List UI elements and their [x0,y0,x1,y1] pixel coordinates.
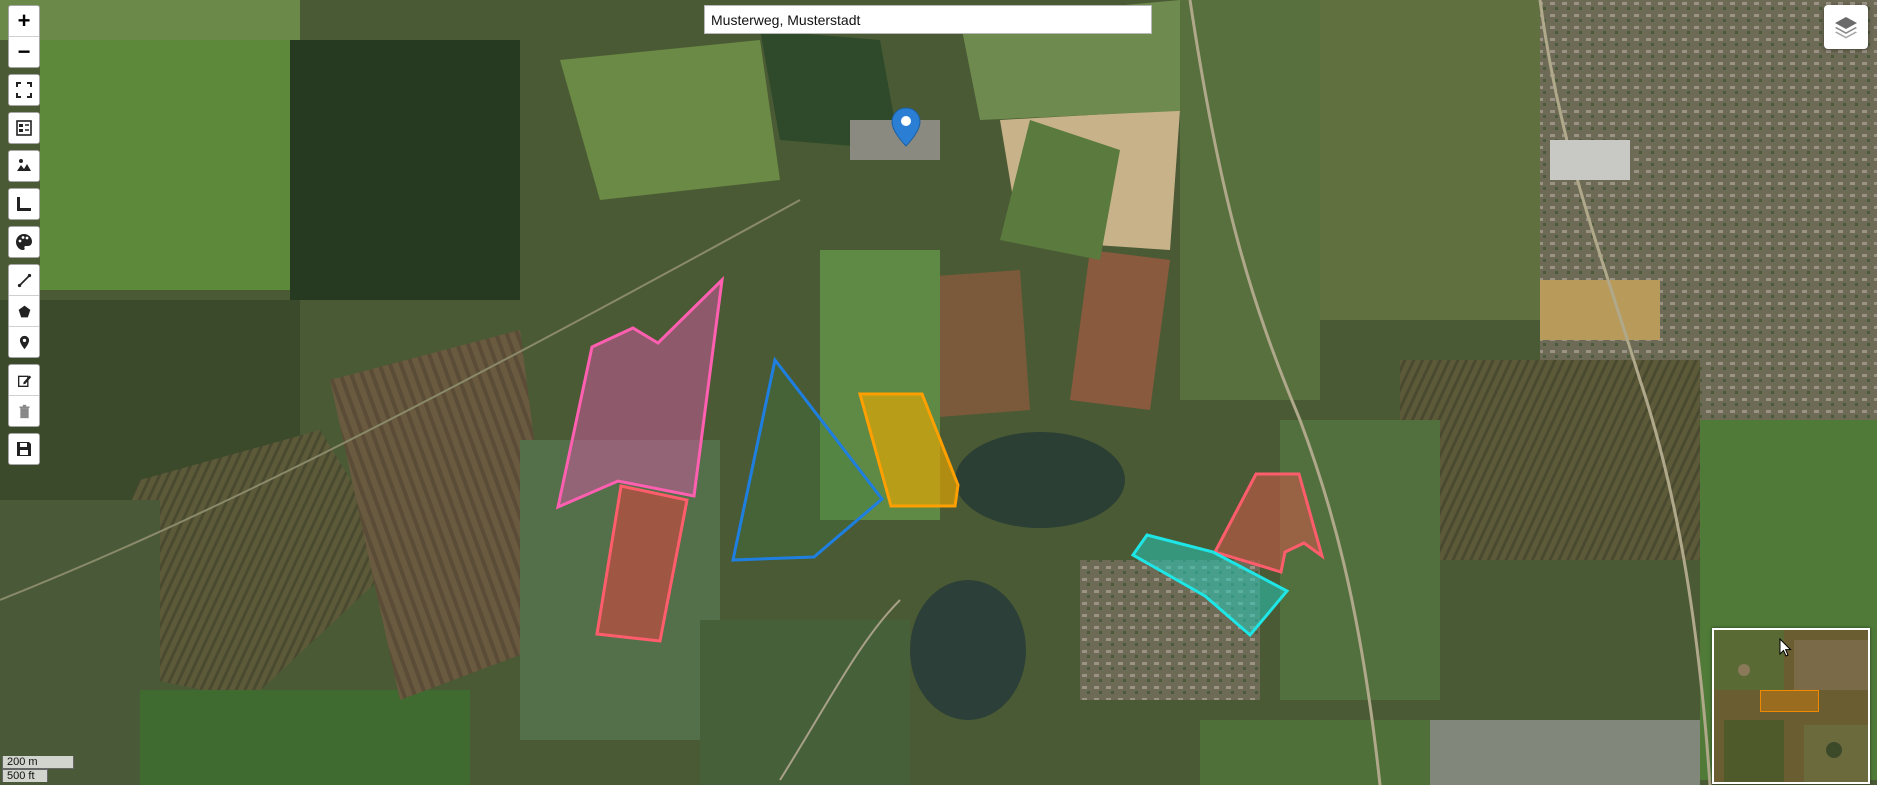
legend-icon [16,120,32,136]
measure-button[interactable] [9,189,39,219]
style-control [8,226,40,258]
zoom-out-button[interactable]: − [9,37,39,67]
fullscreen-control [8,74,40,106]
draw-polygon-button[interactable] [9,296,39,327]
marker-icon [19,335,29,349]
draw-controls [8,264,40,358]
blue-field[interactable] [731,356,885,562]
edit-layers-button[interactable] [9,365,39,396]
fullscreen-icon [16,82,32,98]
measure-control [8,188,40,220]
pink-field[interactable] [555,275,725,510]
map-toolbar: + − [8,5,40,471]
save-button[interactable] [9,434,39,464]
satellite-map[interactable] [0,0,1877,785]
minimap-viewport-extent[interactable] [1760,690,1819,712]
layers-icon [1835,17,1857,39]
save-control [8,433,40,465]
drawn-features-layer [555,107,1325,643]
plus-icon: + [17,8,31,33]
panel-controls [8,112,40,144]
palette-icon [16,234,32,250]
zoom-controls: + − [8,5,40,68]
delete-layers-button[interactable] [9,396,39,426]
map-export-button[interactable] [9,151,39,181]
mouse-cursor-icon [1779,638,1792,657]
trash-icon [19,404,29,418]
edit-icon [17,375,31,387]
map-print-control [8,150,40,182]
ruler-icon [17,197,31,211]
minus-icon: − [17,39,31,64]
scale-metric: 200 m [2,756,74,769]
draw-line-button[interactable] [9,265,39,296]
address-search-input[interactable] [704,5,1152,34]
layer-switcher-button[interactable] [1824,5,1868,49]
location-marker-icon[interactable] [891,107,921,147]
red-field-west[interactable] [595,484,689,643]
floppy-disk-icon [17,442,31,456]
edit-controls [8,364,40,427]
polyline-icon [17,273,31,287]
polygon-icon [18,305,30,317]
red-field-east[interactable] [1212,472,1325,574]
zoom-in-button[interactable]: + [9,6,39,37]
fullscreen-button[interactable] [9,75,39,105]
map-print-icon [17,159,31,171]
style-button[interactable] [9,227,39,257]
scale-bar: 200 m 500 ft [2,756,74,782]
scale-imperial: 500 ft [2,769,48,782]
legend-button[interactable] [9,113,39,143]
draw-marker-button[interactable] [9,327,39,357]
